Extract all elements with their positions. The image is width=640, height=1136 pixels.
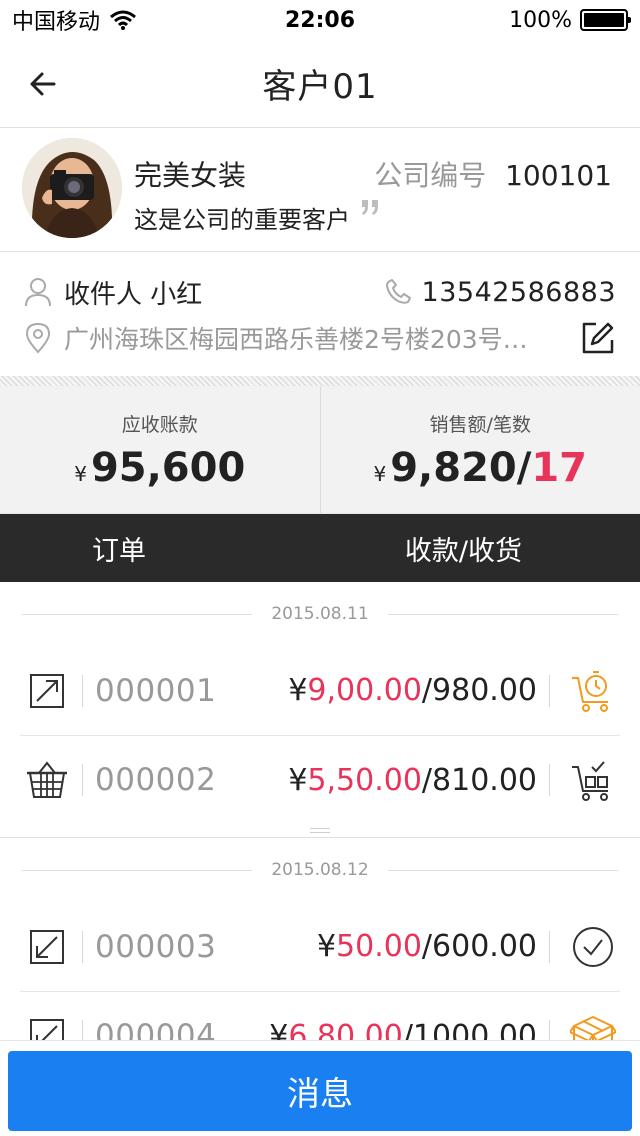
page-title: 客户01 bbox=[262, 67, 378, 107]
date-separator: 2015.08.12 bbox=[0, 838, 640, 902]
amount-total: /980.00 bbox=[421, 673, 537, 708]
edit-icon[interactable] bbox=[580, 320, 616, 356]
cart-timer-icon[interactable] bbox=[570, 668, 616, 714]
phone-icon bbox=[385, 279, 411, 304]
order-amounts: ¥9,00.00/980.00 bbox=[288, 673, 537, 708]
receivable-label: 应收账款 bbox=[121, 414, 198, 436]
amount-prefix: ¥ bbox=[288, 673, 308, 708]
table-row[interactable]: 000003 ¥50.00/600.00 bbox=[20, 902, 620, 991]
company-id-value: 100101 bbox=[505, 159, 612, 192]
status-bar: 中国移动 22:06 100% bbox=[0, 0, 640, 40]
customer-name: 完美女装 bbox=[134, 159, 247, 192]
order-number: 000003 bbox=[95, 928, 217, 965]
date-separator: 2015.08.11 bbox=[0, 582, 640, 646]
back-arrow-icon[interactable] bbox=[24, 64, 64, 104]
hatch-divider bbox=[0, 376, 640, 386]
sales-stat: 销售额/笔数 ¥9,820/17 bbox=[319, 386, 640, 513]
company-id: 公司编号 100101 bbox=[374, 154, 612, 194]
person-icon bbox=[25, 278, 51, 307]
amount-paid: 5,50.00 bbox=[307, 762, 422, 798]
amount-prefix: ¥ bbox=[316, 929, 337, 964]
amount-prefix: ¥ bbox=[288, 762, 308, 798]
external-link-icon bbox=[30, 673, 64, 708]
address-text: 广州海珠区梅园西路乐善楼2号楼203号… bbox=[64, 325, 528, 354]
message-button[interactable]: 消息 bbox=[8, 1051, 632, 1131]
check-circle-icon[interactable] bbox=[570, 924, 616, 970]
amount-total: /600.00 bbox=[421, 929, 537, 964]
currency-symbol: ¥ bbox=[373, 462, 387, 486]
order-list: 2015.08.11 000001 ¥9,00.00/980.00 000002… bbox=[0, 582, 640, 1080]
receivable-amount: 95,600 bbox=[90, 445, 246, 491]
row-divider bbox=[82, 930, 83, 963]
contact-section: 收件人 小红 13542586883 广州海珠区梅园西路乐善楼2号楼203号… bbox=[0, 252, 640, 376]
sales-amount: 9,820/ bbox=[390, 445, 532, 491]
row-divider bbox=[549, 764, 550, 796]
amount-paid: 9,00.00 bbox=[307, 673, 422, 708]
table-row[interactable]: 000001 ¥9,00.00/980.00 bbox=[20, 646, 620, 735]
receivable-value: ¥95,600 bbox=[0, 445, 320, 491]
location-pin-icon bbox=[25, 322, 51, 354]
order-amounts: ¥50.00/600.00 bbox=[317, 929, 537, 964]
bottom-bar: 消息 bbox=[0, 1040, 640, 1136]
receivable-stat: 应收账款 ¥95,600 bbox=[0, 386, 320, 513]
receiver-name: 收件人 小红 bbox=[64, 279, 203, 310]
amount-total: /810.00 bbox=[421, 762, 537, 798]
row-divider bbox=[549, 930, 550, 963]
row-divider bbox=[82, 764, 83, 796]
basket-icon bbox=[27, 761, 67, 798]
order-number: 000002 bbox=[95, 762, 217, 798]
amount-paid: 50.00 bbox=[336, 929, 422, 964]
row-divider bbox=[82, 674, 83, 707]
customer-description: 这是公司的重要客户 bbox=[134, 200, 382, 235]
tab-payment[interactable]: 收款/收货 bbox=[405, 529, 522, 568]
date-label: 2015.08.12 bbox=[259, 860, 381, 880]
tab-orders[interactable]: 订单 bbox=[92, 529, 146, 568]
arrow-in-icon bbox=[30, 929, 64, 964]
phone-wrap[interactable]: 13542586883 bbox=[384, 277, 616, 308]
customer-header: 完美女装 公司编号 100101 这是公司的重要客户 bbox=[0, 128, 640, 252]
address-row: 广州海珠区梅园西路乐善楼2号楼203号… bbox=[24, 318, 616, 358]
description-text: 这是公司的重要客户 bbox=[134, 206, 350, 234]
order-amounts: ¥5,50.00/810.00 bbox=[288, 763, 537, 798]
table-row[interactable]: 000002 ¥5,50.00/810.00 bbox=[20, 735, 620, 824]
cart-check-icon[interactable] bbox=[570, 757, 616, 803]
stats-panel: 应收账款 ¥95,600 销售额/笔数 ¥9,820/17 bbox=[0, 386, 640, 514]
order-number: 000001 bbox=[95, 672, 217, 709]
status-time: 22:06 bbox=[284, 7, 356, 33]
receiver-row: 收件人 小红 13542586883 bbox=[24, 272, 616, 312]
row-divider bbox=[549, 674, 550, 707]
tab-bar: 订单 收款/收货 bbox=[0, 514, 640, 582]
date-label: 2015.08.11 bbox=[259, 604, 381, 624]
battery-icon bbox=[580, 9, 631, 31]
currency-symbol: ¥ bbox=[74, 462, 87, 486]
quote-icon bbox=[362, 200, 378, 215]
company-id-label: 公司编号 bbox=[374, 159, 487, 192]
sales-label: 销售额/笔数 bbox=[429, 414, 531, 436]
avatar[interactable] bbox=[22, 138, 122, 238]
phone-number[interactable]: 13542586883 bbox=[422, 277, 616, 308]
sales-value: ¥9,820/17 bbox=[321, 445, 640, 491]
drag-handle-icon[interactable] bbox=[310, 828, 330, 833]
group-end-divider bbox=[0, 824, 640, 838]
sales-count: 17 bbox=[531, 445, 588, 491]
nav-bar: 客户01 bbox=[0, 40, 640, 128]
